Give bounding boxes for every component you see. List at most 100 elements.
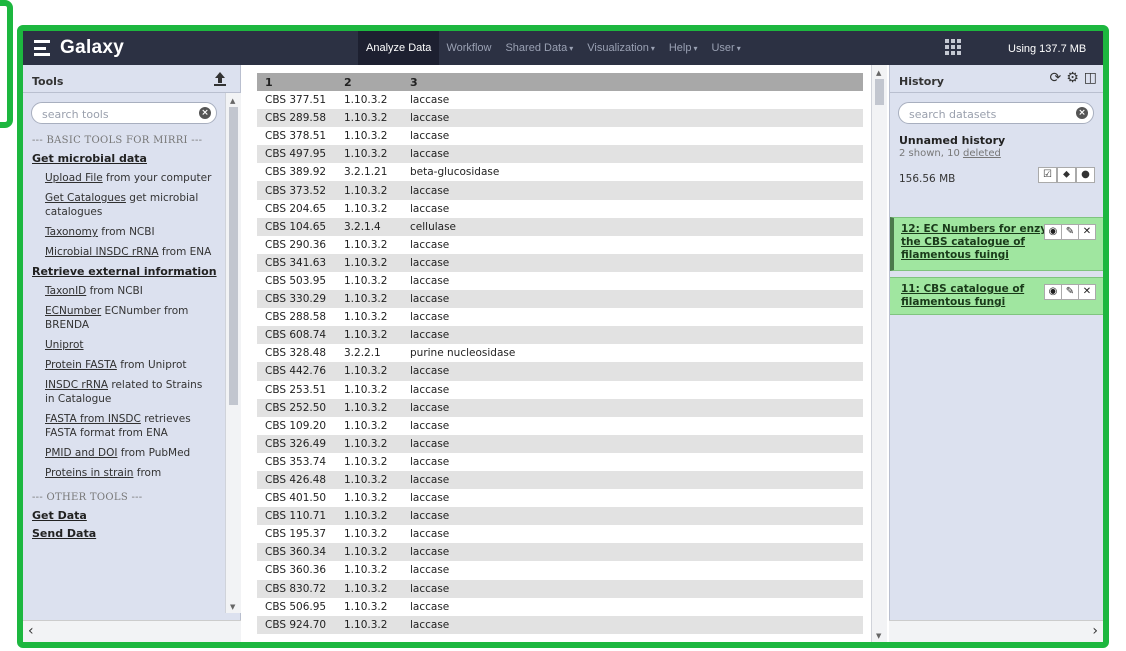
tool-link[interactable]: Uniprot — [45, 339, 84, 351]
tool-panel-collapse-bar[interactable]: ‹ — [23, 620, 241, 642]
table-cell: laccase — [402, 380, 863, 399]
tool-group-send-data[interactable]: Send Data — [32, 527, 225, 540]
brand[interactable]: Galaxy — [34, 37, 124, 59]
table-row: CBS 290.36 1.10.3.2 laccase — [257, 235, 863, 254]
scroll-up-icon[interactable]: ▲ — [230, 97, 235, 105]
tool-link[interactable]: Taxonomy — [45, 226, 98, 238]
tool-item[interactable]: Get Catalogues get microbial catalogues — [45, 191, 215, 219]
table-cell: CBS 360.34 — [257, 543, 336, 562]
history-search-input[interactable] — [909, 105, 1049, 124]
clear-search-icon[interactable]: × — [1076, 107, 1088, 119]
tool-item[interactable]: Proteins in strain from — [45, 466, 215, 480]
eye-icon[interactable]: ◉ — [1044, 284, 1062, 300]
tool-link[interactable]: Get Catalogues — [45, 192, 126, 204]
table-cell: laccase — [402, 145, 863, 164]
select-items-icon[interactable]: ☑ — [1038, 167, 1057, 183]
table-cell: laccase — [402, 507, 863, 526]
tool-item[interactable]: PMID and DOI from PubMed — [45, 446, 215, 460]
history-collapse-bar[interactable]: › — [889, 620, 1103, 642]
delete-icon[interactable]: ✕ — [1078, 284, 1096, 300]
center-scrollbar[interactable]: ▲ ▼ — [871, 65, 887, 642]
tool-group-get-data[interactable]: Get Data — [32, 509, 225, 522]
eye-icon[interactable]: ◉ — [1044, 224, 1062, 240]
tool-search-input[interactable] — [42, 105, 182, 124]
tool-item[interactable]: INSDC rRNA related to Strains in Catalog… — [45, 378, 215, 406]
refresh-icon[interactable]: ⟳ — [1049, 70, 1061, 86]
dataset-title[interactable]: 11: CBS catalogue of filamentous fungi — [901, 283, 1031, 309]
history-name[interactable]: Unnamed history — [899, 134, 1005, 147]
tool-link[interactable]: Upload File — [45, 172, 103, 184]
pencil-icon[interactable]: ✎ — [1061, 284, 1079, 300]
tool-item[interactable]: Uniprot — [45, 338, 215, 352]
chevron-left-icon[interactable]: ‹ — [28, 623, 34, 639]
table-cell: laccase — [402, 452, 863, 471]
table-row: CBS 326.49 1.10.3.2 laccase — [257, 434, 863, 453]
annotation-icon[interactable]: ● — [1076, 167, 1095, 183]
tool-link[interactable]: ECNumber — [45, 305, 101, 317]
apps-grid-icon[interactable] — [945, 39, 963, 55]
dataset-item[interactable]: 12: EC Numbers for enzymes in the CBS ca… — [890, 217, 1103, 271]
tool-item[interactable]: TaxonID from NCBI — [45, 284, 215, 298]
nav-item-workflow[interactable]: Workflow — [439, 31, 498, 65]
tool-link[interactable]: TaxonID — [45, 285, 86, 297]
tool-item[interactable]: Microbial INSDC rRNA from ENA — [45, 245, 215, 259]
highlight-frame: Galaxy Analyze Data Workflow Shared Data ▾ V… — [17, 25, 1109, 648]
upload-icon[interactable] — [211, 70, 229, 88]
nav-item-visualization[interactable]: Visualization ▾ — [580, 31, 662, 65]
tool-item[interactable]: Upload File from your computer — [45, 171, 215, 185]
table-cell: CBS 253.51 — [257, 380, 336, 399]
delete-icon[interactable]: ✕ — [1078, 224, 1096, 240]
table-cell: laccase — [402, 579, 863, 598]
table-row: CBS 373.52 1.10.3.2 laccase — [257, 181, 863, 200]
tool-link[interactable]: Proteins in strain — [45, 467, 133, 479]
tool-item[interactable]: Protein FASTA from Uniprot — [45, 358, 215, 372]
tool-panel-scrollbar[interactable]: ▲ ▼ — [225, 93, 241, 613]
brand-name: Galaxy — [60, 37, 125, 58]
tool-group-get-microbial-data[interactable]: Get microbial data — [32, 152, 225, 165]
scroll-down-icon[interactable]: ▼ — [230, 603, 235, 611]
tool-item[interactable]: Taxonomy from NCBI — [45, 225, 215, 239]
table-cell: laccase — [402, 326, 863, 345]
dataset-item[interactable]: 11: CBS catalogue of filamentous fungi ◉… — [890, 277, 1103, 315]
clear-search-icon[interactable]: × — [199, 107, 211, 119]
scroll-down-icon[interactable]: ▼ — [876, 632, 881, 640]
table-cell: 1.10.3.2 — [336, 507, 402, 526]
tool-link[interactable]: INSDC rRNA — [45, 379, 108, 391]
columns-icon[interactable]: ◫ — [1084, 70, 1097, 86]
table-cell: laccase — [402, 489, 863, 508]
tool-group-retrieve-external[interactable]: Retrieve external information — [32, 265, 225, 278]
tool-description: from Uniprot — [116, 359, 187, 371]
column-header: 2 — [336, 73, 402, 91]
tool-item[interactable]: ECNumber ECNumber from BRENDA — [45, 304, 215, 332]
table-row: CBS 328.48 3.2.2.1 purine nucleosidase — [257, 344, 863, 363]
chevron-right-icon[interactable]: › — [1092, 623, 1098, 639]
scrollbar-thumb[interactable] — [875, 79, 884, 105]
tool-link[interactable]: PMID and DOI — [45, 447, 117, 459]
scroll-up-icon[interactable]: ▲ — [876, 69, 881, 77]
nav-item-user[interactable]: User ▾ — [704, 31, 747, 65]
table-cell: CBS 442.76 — [257, 362, 336, 381]
gear-icon[interactable]: ⚙ — [1066, 70, 1079, 86]
tool-link[interactable]: Protein FASTA — [45, 359, 117, 371]
tags-icon[interactable]: ⬥ — [1057, 167, 1076, 183]
caret-down-icon: ▾ — [736, 44, 741, 53]
quota-meter[interactable]: Using 137.7 MB — [1008, 31, 1086, 65]
history-options: ⟳ ⚙ ◫ — [1049, 70, 1097, 86]
tool-link[interactable]: FASTA from INSDC — [45, 413, 141, 425]
nav-item-shared-data[interactable]: Shared Data ▾ — [498, 31, 580, 65]
table-row: CBS 830.72 1.10.3.2 laccase — [257, 579, 863, 598]
table-cell: CBS 204.65 — [257, 199, 336, 218]
deleted-link[interactable]: deleted — [963, 148, 1001, 159]
table-row: CBS 497.95 1.10.3.2 laccase — [257, 145, 863, 164]
tool-link[interactable]: Microbial INSDC rRNA — [45, 246, 159, 258]
column-header: 3 — [402, 73, 863, 91]
nav-item-analyze-data[interactable]: Analyze Data — [358, 31, 440, 65]
scrollbar-thumb[interactable] — [229, 107, 238, 405]
pencil-icon[interactable]: ✎ — [1061, 224, 1079, 240]
table-cell: laccase — [402, 235, 863, 254]
tool-item[interactable]: FASTA from INSDC retrieves FASTA format … — [45, 412, 215, 440]
table-cell: 1.10.3.2 — [336, 579, 402, 598]
table-cell: 1.10.3.2 — [336, 543, 402, 562]
nav-item-help[interactable]: Help ▾ — [662, 31, 705, 65]
dataset-actions: ◉ ✎ ✕ — [1044, 224, 1096, 240]
